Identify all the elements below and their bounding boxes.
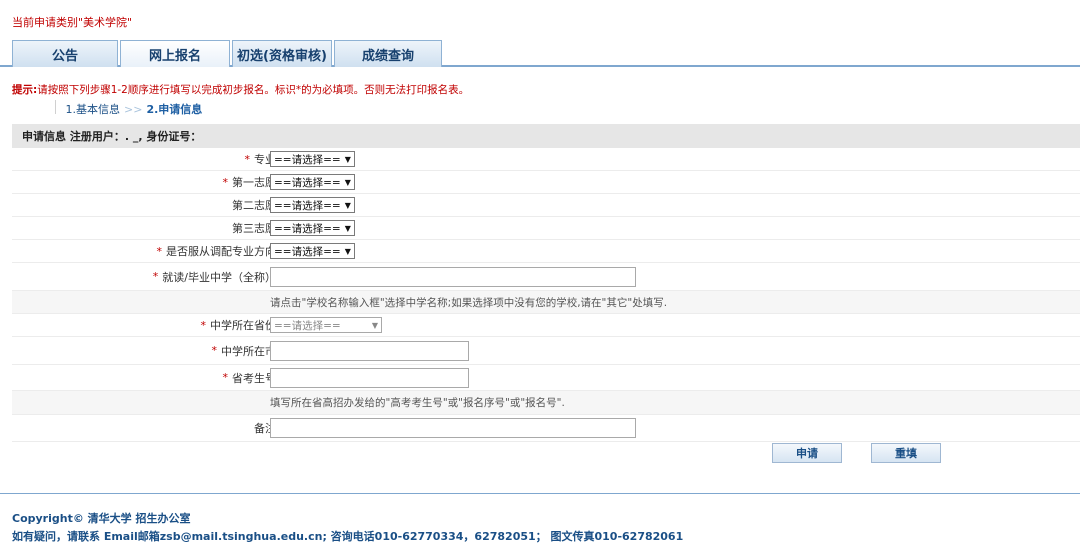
city-label: 中学所在市: [221, 344, 276, 358]
chevron-down-icon: ▼: [344, 223, 351, 233]
row-school: * 就读/毕业中学（全称）: [12, 263, 1080, 291]
chevron-down-icon: ▼: [371, 320, 378, 330]
footer-contact: 如有疑问，请联系 Email邮箱zsb@mail.tsinghua.edu.cn…: [12, 530, 684, 543]
row-choice1: * 第一志愿 ==请选择== ▼: [12, 171, 1080, 194]
footer-divider: [0, 493, 1080, 494]
province-label: 中学所在省份: [210, 319, 276, 332]
step-breadcrumb: 1.基本信息 >> 2.申请信息: [55, 101, 203, 117]
required-mark: *: [244, 152, 251, 166]
row-school-hint: 请点击"学校名称输入框"选择中学名称;如果选择项中没有您的学校,请在"其它"处填…: [12, 291, 1080, 314]
tab-score-query[interactable]: 成绩查询: [334, 40, 442, 67]
row-adjust: * 是否服从调配专业方向 ==请选择== ▼: [12, 240, 1080, 263]
province-select[interactable]: ==请选择== ▼: [270, 317, 382, 333]
submit-button[interactable]: 申请: [772, 443, 842, 463]
choice3-select[interactable]: ==请选择== ▼: [270, 220, 355, 236]
tab-online-registration[interactable]: 网上报名: [120, 40, 230, 67]
chevron-down-icon: ▼: [344, 246, 351, 256]
row-province: * 中学所在省份 ==请选择== ▼: [12, 314, 1080, 337]
section-header: 申请信息 注册用户：. _, 身份证号：: [12, 124, 1080, 148]
school-label: 就读/毕业中学（全称）: [162, 270, 276, 284]
row-exam-hint: 填写所在省高招办发给的"高考考生号"或"报名序号"或"报名号".: [12, 391, 1080, 415]
row-major: * 专业 ==请选择== ▼: [12, 148, 1080, 171]
exam-hint: 填写所在省高招办发给的"高考考生号"或"报名序号"或"报名号".: [270, 397, 565, 409]
row-remark: 备注: [12, 415, 1080, 442]
required-mark: *: [200, 318, 207, 332]
city-input[interactable]: [270, 340, 469, 361]
row-choice2: 第二志愿 ==请选择== ▼: [12, 194, 1080, 217]
row-exam-no: * 省考生号: [12, 365, 1080, 391]
row-city: * 中学所在市: [12, 337, 1080, 365]
footer-copyright: Copyright© 清华大学 招生办公室: [12, 512, 191, 525]
required-mark: *: [222, 371, 229, 384]
required-mark: *: [222, 175, 229, 189]
step-basic-info[interactable]: 1.基本信息: [66, 103, 121, 116]
exam-no-input[interactable]: [270, 367, 469, 388]
tip-body: 请按照下列步骤1-2顺序进行填写以完成初步报名。标识*的为必填项。否则无法打印报…: [37, 84, 470, 96]
step-separator: >>: [124, 103, 143, 116]
adjust-label: 是否服从调配专业方向: [166, 245, 276, 258]
chevron-down-icon: ▼: [344, 200, 351, 210]
tab-announcement[interactable]: 公告: [12, 40, 118, 67]
tip-text: 提示:请按照下列步骤1-2顺序进行填写以完成初步报名。标识*的为必填项。否则无法…: [12, 82, 469, 97]
application-category: 当前申请类别"美术学院": [12, 16, 133, 29]
row-choice3: 第三志愿 ==请选择== ▼: [12, 217, 1080, 240]
required-mark: *: [156, 244, 163, 258]
adjust-select[interactable]: ==请选择== ▼: [270, 243, 355, 259]
tip-prefix: 提示:: [12, 84, 38, 96]
remark-input[interactable]: [270, 418, 636, 438]
chevron-down-icon: ▼: [344, 177, 351, 187]
required-mark: *: [211, 344, 218, 357]
reset-button[interactable]: 重填: [871, 443, 941, 463]
required-mark: *: [152, 270, 159, 283]
school-input[interactable]: [270, 266, 636, 287]
choice2-select[interactable]: ==请选择== ▼: [270, 197, 355, 213]
major-select[interactable]: ==请选择== ▼: [270, 151, 355, 167]
tab-preliminary-review[interactable]: 初选(资格审核): [232, 40, 332, 67]
school-hint: 请点击"学校名称输入框"选择中学名称;如果选择项中没有您的学校,请在"其它"处填…: [270, 296, 668, 309]
tab-bar: 公告 网上报名 初选(资格审核) 成绩查询: [0, 40, 1080, 67]
chevron-down-icon: ▼: [344, 154, 351, 164]
step-application-info: 2.申请信息: [146, 103, 203, 116]
choice1-select[interactable]: ==请选择== ▼: [270, 174, 355, 190]
